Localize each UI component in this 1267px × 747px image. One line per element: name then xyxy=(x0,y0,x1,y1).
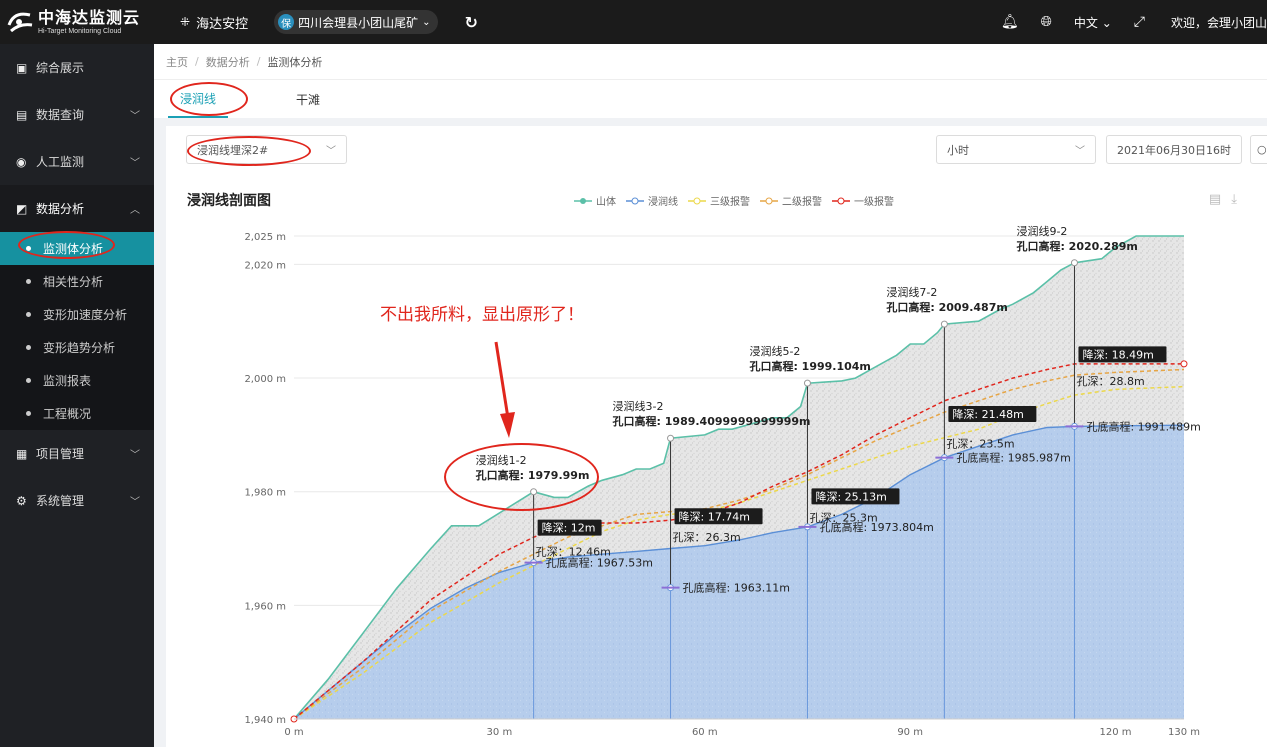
alarm1-end-point xyxy=(1180,360,1188,368)
annotation-ellipse-menu xyxy=(18,231,115,259)
y-tick-label: 1,960 m xyxy=(244,601,286,612)
well-name: 浸润线5-2 xyxy=(749,344,800,358)
depth-badge-label: 降深: 25.13m xyxy=(815,489,886,503)
x-tick-label: 60 m xyxy=(692,727,718,738)
x-tick-label: 0 m xyxy=(284,727,303,738)
well-name: 浸润线3-2 xyxy=(613,399,664,413)
x-tick-label: 130 m xyxy=(1168,727,1200,738)
well-bottom-label: 孔底高程: 1991.489m xyxy=(1086,419,1200,433)
well-top-point[interactable] xyxy=(803,379,811,387)
x-tick-label: 30 m xyxy=(487,727,513,738)
y-tick-label: 2,020 m xyxy=(244,260,286,271)
well-top-label: 孔口高程: 2009.487m xyxy=(886,300,1007,314)
y-tick-label: 1,980 m xyxy=(244,488,286,499)
well-top-label: 孔口高程: 2020.289m xyxy=(1016,239,1137,253)
profile-chart: 浸润线1-2孔口高程: 1979.99m降深: 12m孔深：12.46m孔底高程… xyxy=(244,224,1200,738)
well-bottom-label: 孔底高程: 1963.11m xyxy=(683,581,790,595)
x-tick-label: 90 m xyxy=(897,727,923,738)
well-top-point[interactable] xyxy=(940,320,948,328)
annotation-arrow xyxy=(494,341,515,438)
depth-badge-label: 降深: 17.74m xyxy=(679,509,750,523)
well-name: 浸润线9-2 xyxy=(1016,224,1067,238)
annotation-note: 不出我所料，显出原形了！ xyxy=(380,305,584,325)
well-top-point[interactable] xyxy=(1070,259,1078,267)
well-top-point[interactable] xyxy=(667,434,675,442)
hole-depth-label: 孔深：23.5m xyxy=(946,437,1014,450)
y-tick-label: 1,940 m xyxy=(244,715,286,726)
hole-depth-label: 孔深：28.8m xyxy=(1076,375,1144,388)
depth-badge-label: 降深: 21.48m xyxy=(952,407,1023,421)
well-bottom-label: 孔底高程: 1967.53m xyxy=(546,556,653,570)
y-tick-label: 2,000 m xyxy=(244,374,286,385)
hole-depth-label: 孔深：26.3m xyxy=(673,531,741,544)
depth-badge-label: 降深: 12m xyxy=(542,521,596,535)
y-tick-label: 2,025 m xyxy=(244,232,286,243)
well-name: 浸润线7-2 xyxy=(886,285,937,299)
well-top-label: 孔口高程: 1999.104m xyxy=(749,359,870,373)
well-bottom-label: 孔底高程: 1973.804m xyxy=(819,520,933,534)
well-bottom-label: 孔底高程: 1985.987m xyxy=(956,451,1070,465)
depth-badge-label: 降深: 18.49m xyxy=(1082,347,1153,361)
x-tick-label: 120 m xyxy=(1100,727,1132,738)
well-top-label: 孔口高程: 1989.4099999999999m xyxy=(613,414,811,428)
annotation-ellipse-well xyxy=(444,443,599,511)
